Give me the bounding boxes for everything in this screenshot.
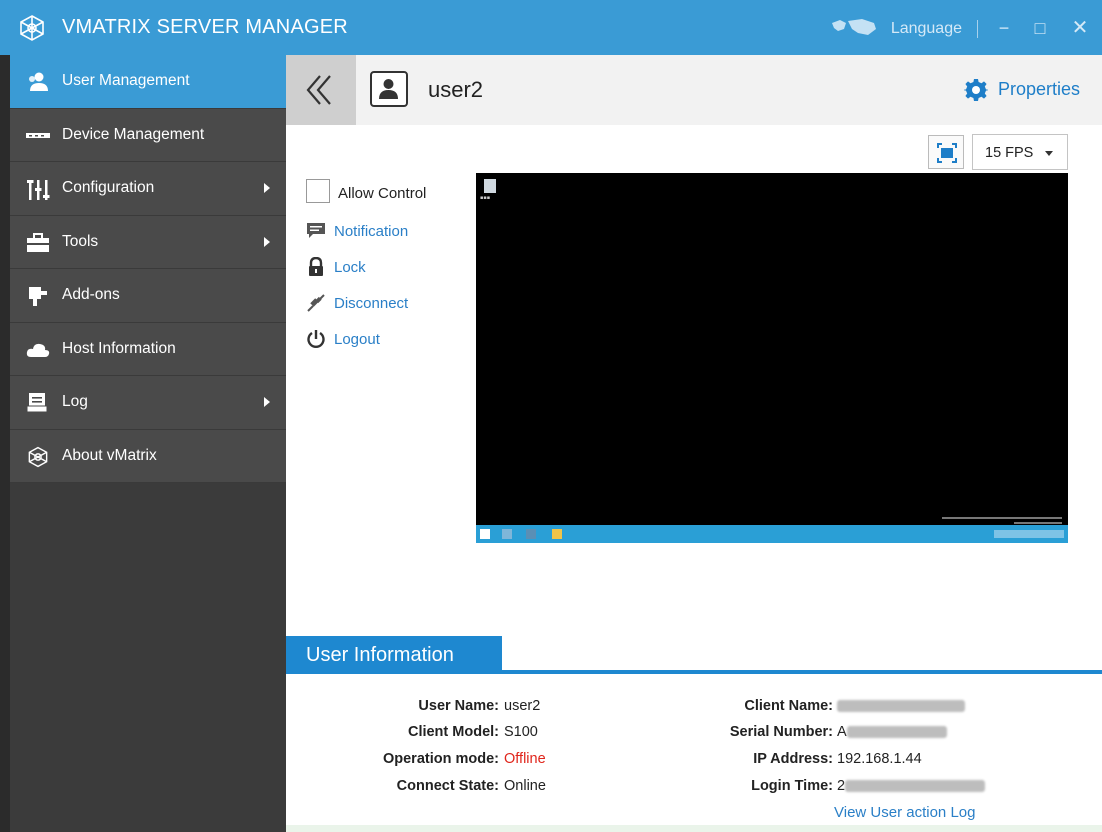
tab-user-information[interactable]: User Information [286,636,502,674]
info-key: Login Time: [751,778,833,794]
app-title: VMATRIX SERVER MANAGER [62,16,348,38]
sidebar-item-label: About vMatrix [62,446,157,464]
sidebar-item-label: Device Management [62,125,205,143]
info-key: IP Address: [753,751,833,767]
nav-menu: User Management Device Management Config… [10,55,286,483]
double-chevron-left-icon [306,75,331,105]
sidebar-item-label: Log [62,393,88,410]
fps-dropdown[interactable]: 15 FPS [972,134,1068,170]
device-icon [26,132,50,138]
page-title: user2 [428,77,484,102]
chevron-right-icon [264,397,270,407]
tab-underline [286,670,1102,674]
sidebar-item-tools[interactable]: Tools [10,216,286,269]
close-button[interactable]: ✕ [1066,14,1094,42]
sidebar-edge [0,55,10,832]
recycle-bin-icon [484,179,496,193]
fit-screen-button[interactable] [928,135,964,169]
info-row-ip-address: IP Address: [286,751,833,771]
sidebar-item-label: Add-ons [62,286,120,303]
main-panel: user2 Properties 15 FPS Allow Control No… [286,55,1102,832]
cloud-icon [26,343,50,357]
vmatrix-logo-icon [20,15,44,41]
caret-down-icon [1045,151,1053,156]
maximize-button[interactable]: □ [1026,14,1054,42]
fps-value: 15 FPS [985,145,1034,161]
logout-label: Logout [334,331,380,348]
redacted-value: A [837,724,947,740]
start-icon [480,529,490,539]
status-strip [286,825,1102,832]
tab-label: User Information [306,644,454,666]
disconnect-label: Disconnect [334,295,409,312]
sidebar-item-label: Tools [62,232,99,250]
redacted-value: 2 [837,778,986,794]
user-header: user2 Properties [286,55,1102,125]
back-button[interactable] [286,55,356,125]
plugin-icon [29,287,47,306]
info-row-serial-number: Serial Number: [286,724,833,744]
vmatrix-logo-icon [28,446,48,467]
chevron-right-icon [264,236,270,247]
folder-icon [552,529,562,539]
info-key: Serial Number: [729,724,833,740]
sidebar-item-label: Host Information [62,339,176,357]
allow-control-label: Allow Control [338,185,427,202]
sidebar: User Management Device Management Config… [0,55,286,832]
minimize-button[interactable]: − [990,14,1018,42]
titlebar-divider [977,20,978,38]
sidebar-item-device-management[interactable]: Device Management [10,109,286,162]
fit-screen-icon [937,143,957,163]
explorer-icon [502,529,512,539]
user-avatar-icon [370,71,408,107]
view-user-action-log-link[interactable]: View User action Log [834,804,975,821]
server-manager-icon [526,529,536,539]
power-icon [307,330,325,348]
log-icon [26,393,48,413]
language-selector[interactable]: Language [891,20,962,38]
remote-desktop-view[interactable]: ▪▪▪ [476,173,1068,543]
redacted-value [837,698,965,714]
users-icon [29,72,48,91]
notification-icon [307,223,325,238]
lock-label: Lock [334,259,366,276]
info-row-login-time: Login Time: [286,778,833,798]
globe-map-icon[interactable] [828,17,880,39]
chevron-right-icon [264,183,270,193]
sidebar-item-label: User Management [62,72,190,89]
sidebar-item-about-vmatrix[interactable]: About vMatrix [10,430,286,483]
sliders-icon [27,180,50,200]
remote-taskbar [476,525,1068,543]
sidebar-item-log[interactable]: Log [10,376,286,430]
info-value: 192.168.1.44 [837,751,922,767]
lock-icon [309,257,323,276]
sidebar-item-user-management[interactable]: User Management [10,55,286,109]
disconnect-icon [307,294,325,312]
toolbox-icon [27,232,49,252]
checkbox-box[interactable] [306,179,330,203]
sidebar-item-configuration[interactable]: Configuration [10,162,286,216]
system-tray [994,530,1064,538]
info-key: Client Name: [744,698,833,714]
desktop-icon-label: ▪▪▪ [480,195,491,201]
info-row-client-name: Client Name: [286,698,833,718]
properties-label: Properties [997,79,1080,99]
title-bar: VMATRIX SERVER MANAGER Language − □ ✕ [0,0,1102,55]
sidebar-item-host-information[interactable]: Host Information [10,323,286,376]
properties-button[interactable]: Properties [963,79,1080,101]
sidebar-item-label: Configuration [62,179,155,196]
sidebar-item-add-ons[interactable]: Add-ons [10,269,286,323]
notification-label: Notification [334,223,409,240]
gear-icon [963,79,988,101]
